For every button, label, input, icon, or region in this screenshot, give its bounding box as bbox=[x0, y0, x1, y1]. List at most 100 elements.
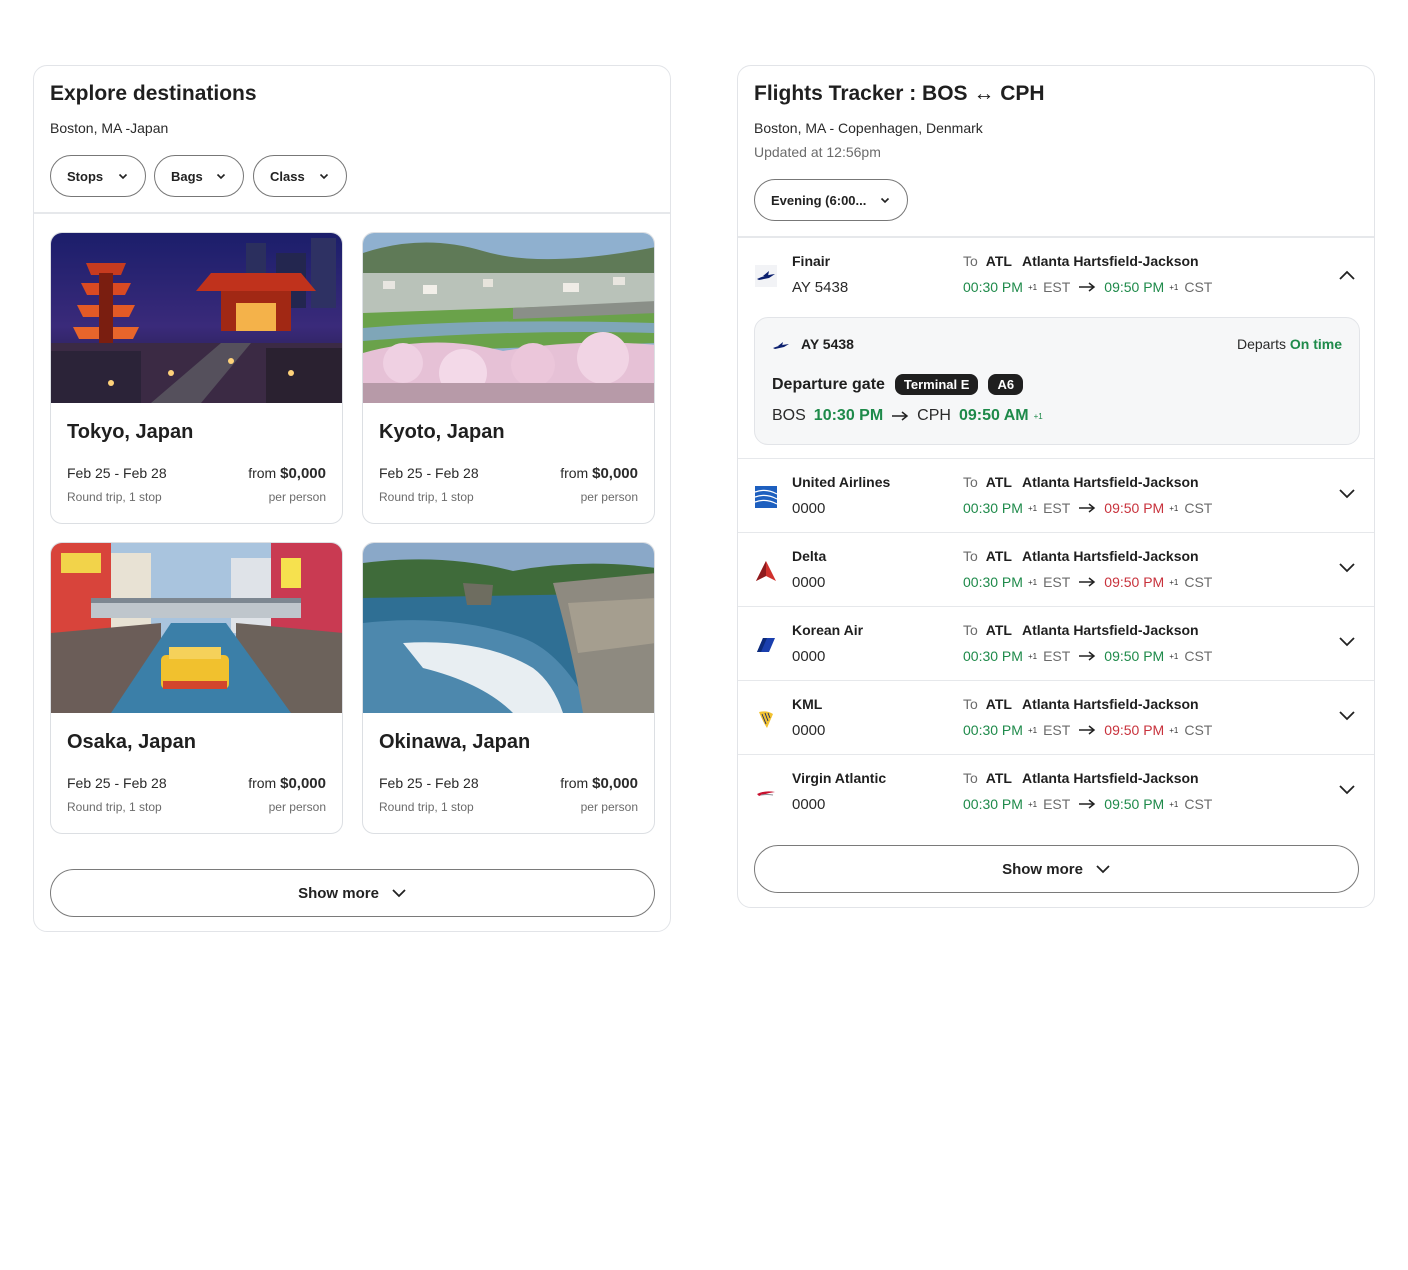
airline-name: Virgin Atlantic bbox=[792, 770, 887, 786]
flight-detail-card: AY 5438 Departs On time Departure gate T… bbox=[754, 317, 1360, 445]
chevron-up-icon[interactable] bbox=[1338, 269, 1356, 281]
departure-timezone: EST bbox=[1043, 796, 1071, 812]
day-offset: +1 bbox=[1169, 651, 1179, 661]
airport-code: ATL bbox=[985, 770, 1012, 786]
card-city: Tokyo, Japan bbox=[67, 421, 194, 443]
airport-name: Atlanta Hartsfield-Jackson bbox=[1021, 770, 1199, 786]
arrow-right-icon bbox=[1079, 577, 1096, 587]
day-offset: +1 bbox=[1027, 651, 1038, 661]
filter-stops[interactable]: Stops bbox=[50, 155, 146, 197]
card-price: from $0,000 bbox=[248, 465, 326, 482]
destination-card-tokyo[interactable]: Tokyo, Japan Feb 25 - Feb 28 Round trip,… bbox=[50, 232, 343, 524]
arrow-right-icon bbox=[1079, 725, 1096, 735]
virgin-atlantic-logo-icon bbox=[757, 791, 775, 796]
departure-time: 00:30 PM bbox=[963, 279, 1023, 295]
departure-timezone: EST bbox=[1043, 574, 1071, 590]
airport-name: Atlanta Hartsfield-Jackson bbox=[1021, 696, 1199, 712]
detail-route: BOS 10:30 PM CPH 09:50 AM +1 bbox=[772, 407, 1049, 425]
filter-class[interactable]: Class bbox=[253, 155, 347, 197]
to-label: To bbox=[963, 548, 978, 564]
flight-number: 0000 bbox=[792, 500, 826, 517]
departure-status: Departs On time bbox=[1237, 336, 1342, 352]
flight-times: 00:30 PM +1 EST 09:50 PM +1 CST bbox=[963, 500, 1212, 516]
arrival-time: 09:50 PM bbox=[1104, 574, 1165, 590]
chevron-down-icon[interactable] bbox=[1338, 635, 1356, 647]
airport-code: ATL bbox=[985, 253, 1012, 269]
show-more-label: Show more bbox=[298, 884, 379, 902]
price-value: $0,000 bbox=[280, 465, 326, 482]
airport-name: Atlanta Hartsfield-Jackson bbox=[1021, 474, 1199, 490]
card-trip-type: Round trip, 1 stop bbox=[379, 800, 474, 814]
explore-title: Explore destinations bbox=[50, 82, 257, 105]
delta-logo-icon bbox=[756, 561, 776, 581]
chevron-down-icon[interactable] bbox=[1338, 561, 1356, 573]
price-from-label: from bbox=[248, 775, 277, 791]
flight-row-united[interactable]: United Airlines 0000 To ATL Atlanta Hartsf… bbox=[738, 458, 1374, 532]
day-offset: +1 bbox=[1027, 282, 1038, 292]
flight-row-korean-air[interactable]: Korean Air 0000 To ATL Atlanta Hartsfield-… bbox=[738, 606, 1374, 680]
flights-show-more-button[interactable]: Show more bbox=[754, 845, 1359, 893]
card-city: Osaka, Japan bbox=[67, 731, 196, 753]
price-value: $0,000 bbox=[592, 465, 638, 482]
arrow-right-icon bbox=[1079, 651, 1096, 661]
departs-label: Departs bbox=[1236, 336, 1286, 352]
time-filter-dropdown[interactable]: Evening (6:00... bbox=[754, 179, 908, 221]
card-price: from $0,000 bbox=[560, 465, 638, 482]
price-value: $0,000 bbox=[280, 775, 326, 792]
chevron-down-icon bbox=[1096, 865, 1110, 874]
flights-title: Flights Tracker : BOS ↔ CPH bbox=[754, 82, 1045, 105]
destination: To ATL Atlanta Hartsfield-Jackson bbox=[963, 474, 1199, 490]
explore-route: Boston, MA -Japan bbox=[50, 120, 169, 136]
day-offset: +1 bbox=[1027, 503, 1038, 513]
flight-times: 00:30 PM +1 EST 09:50 PM +1 CST bbox=[963, 279, 1212, 295]
explore-destinations-panel: Explore destinations Boston, MA -Japan S… bbox=[33, 65, 671, 932]
departure-time: 00:30 PM bbox=[963, 722, 1023, 738]
chevron-down-icon bbox=[216, 173, 226, 180]
arrow-right-icon bbox=[892, 411, 909, 421]
day-offset: +1 bbox=[1169, 799, 1179, 809]
flight-row-delta[interactable]: Delta 0000 To ATL Atlanta Hartsfield-Jacks… bbox=[738, 532, 1374, 606]
departure-timezone: EST bbox=[1043, 500, 1071, 516]
explore-show-more-button[interactable]: Show more bbox=[50, 869, 655, 917]
card-dates: Feb 25 - Feb 28 bbox=[379, 775, 479, 791]
chevron-down-icon[interactable] bbox=[1338, 487, 1356, 499]
detail-flight-number: AY 5438 bbox=[801, 336, 854, 352]
day-offset: +1 bbox=[1169, 503, 1179, 513]
airline-name: Finair bbox=[792, 253, 831, 269]
destination: To ATL Atlanta Hartsfield-Jackson bbox=[963, 696, 1199, 712]
card-dates: Feb 25 - Feb 28 bbox=[379, 465, 479, 481]
flights-route: Boston, MA - Copenhagen, Denmark bbox=[754, 120, 983, 136]
card-per-person: per person bbox=[268, 800, 326, 814]
arrow-right-icon bbox=[1079, 799, 1096, 809]
departure-time: 00:30 PM bbox=[963, 648, 1023, 664]
chevron-down-icon bbox=[880, 197, 890, 204]
airport-code: ATL bbox=[985, 622, 1012, 638]
arrival-timezone: CST bbox=[1184, 796, 1213, 812]
show-more-label: Show more bbox=[1002, 860, 1083, 878]
to-label: To bbox=[963, 474, 978, 490]
to-label: To bbox=[963, 696, 978, 712]
card-trip-type: Round trip, 1 stop bbox=[379, 490, 474, 504]
arrival-time: 09:50 PM bbox=[1104, 648, 1165, 664]
day-offset: +1 bbox=[1033, 411, 1043, 421]
chevron-down-icon[interactable] bbox=[1338, 709, 1356, 721]
flight-row-finair[interactable]: Finair AY 5438 To ATL Atlanta Hartsfield-J… bbox=[738, 238, 1374, 458]
departure-timezone: EST bbox=[1043, 722, 1071, 738]
day-offset: +1 bbox=[1027, 577, 1038, 587]
destination-card-okinawa[interactable]: Okinawa, Japan Feb 25 - Feb 28 Round tri… bbox=[362, 542, 655, 834]
filter-bags[interactable]: Bags bbox=[154, 155, 244, 197]
filter-class-label: Class bbox=[270, 168, 305, 184]
flight-row-kml[interactable]: KML 0000 To ATL Atlanta Hartsfield-Jackson… bbox=[738, 680, 1374, 754]
flight-times: 00:30 PM +1 EST 09:50 PM +1 CST bbox=[963, 796, 1212, 812]
section-divider bbox=[34, 212, 670, 214]
chevron-down-icon bbox=[319, 173, 329, 180]
arrow-right-icon bbox=[1079, 282, 1096, 292]
arrival-time: 09:50 PM bbox=[1104, 500, 1165, 516]
chevron-down-icon[interactable] bbox=[1338, 783, 1356, 795]
card-city: Kyoto, Japan bbox=[379, 421, 505, 443]
destination-card-kyoto[interactable]: Kyoto, Japan Feb 25 - Feb 28 Round trip,… bbox=[362, 232, 655, 524]
destination-card-osaka[interactable]: Osaka, Japan Feb 25 - Feb 28 Round trip,… bbox=[50, 542, 343, 834]
departure-timezone: EST bbox=[1043, 279, 1071, 295]
arrival-time: 09:50 PM bbox=[1104, 722, 1165, 738]
flight-row-virgin-atlantic[interactable]: Virgin Atlantic 0000 To ATL Atlanta Hartsf… bbox=[738, 754, 1374, 828]
